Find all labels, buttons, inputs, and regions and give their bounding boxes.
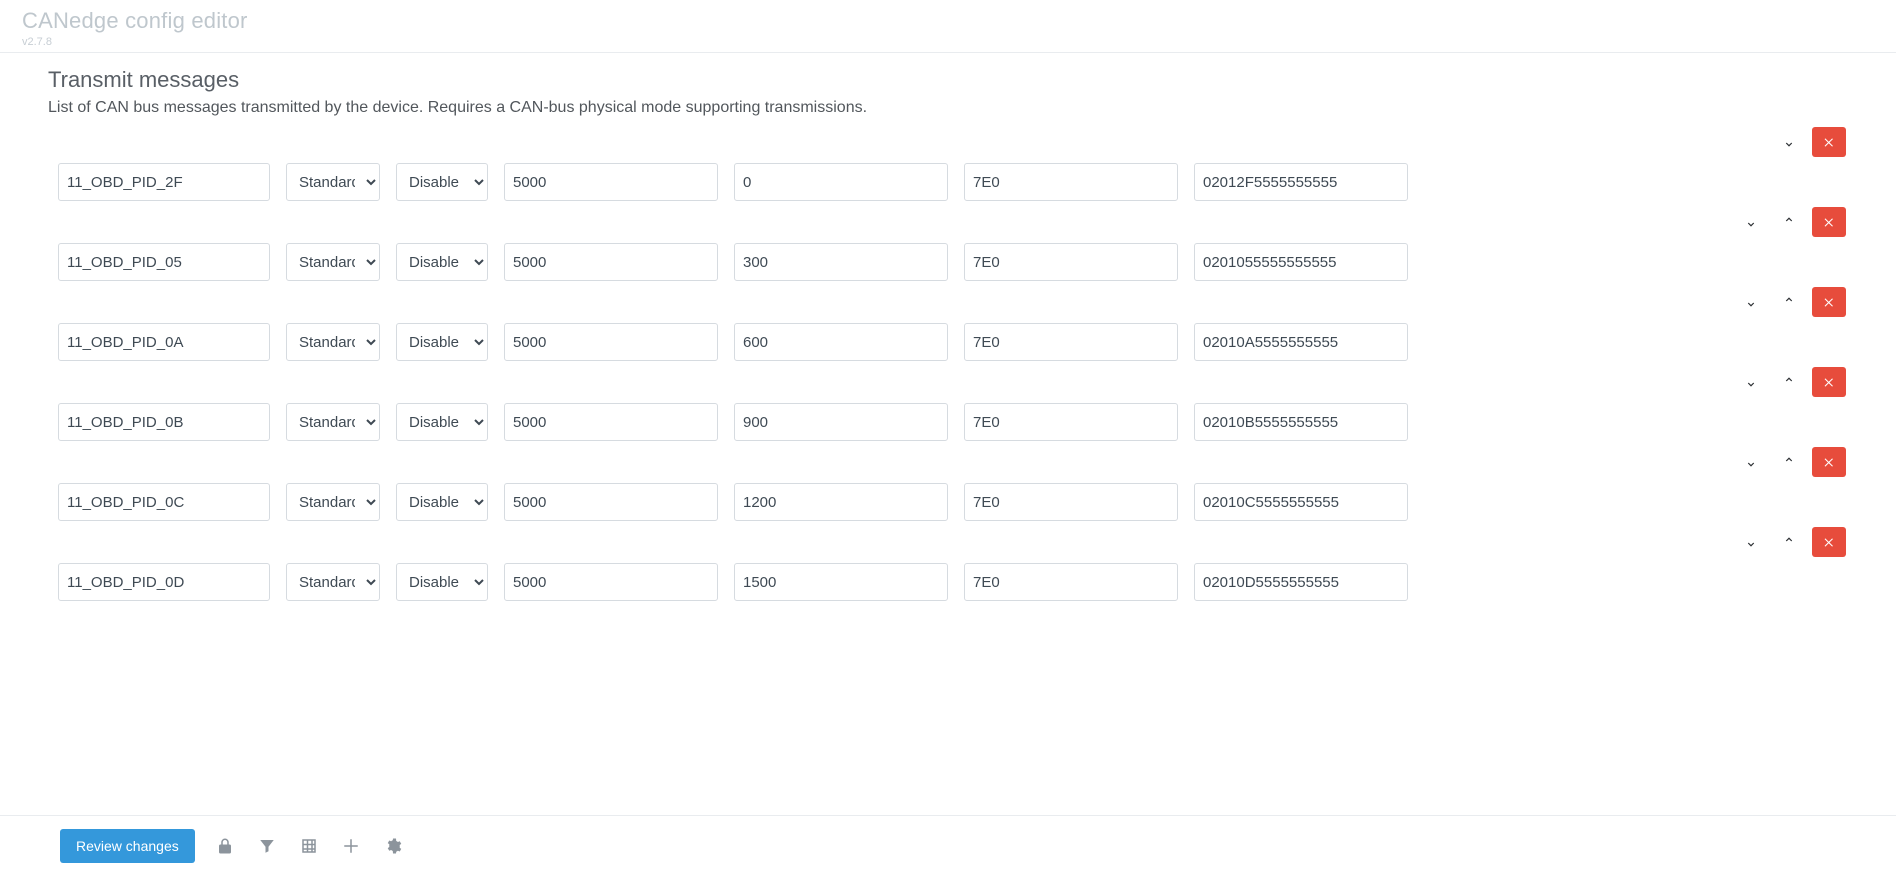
- id-format-select[interactable]: StandardExtended: [286, 163, 380, 201]
- page-body: Transmit messages List of CAN bus messag…: [0, 53, 1896, 814]
- state-select[interactable]: DisableEnable: [396, 403, 488, 441]
- transmit-row: StandardExtended DisableEnable: [48, 527, 1848, 601]
- data-bytes-input[interactable]: [1194, 563, 1408, 601]
- period-input[interactable]: [504, 483, 718, 521]
- app-title: CANedge config editor: [22, 8, 1874, 34]
- period-input[interactable]: [504, 563, 718, 601]
- state-select[interactable]: DisableEnable: [396, 563, 488, 601]
- gear-icon[interactable]: [381, 834, 405, 858]
- row-fields: StandardExtended DisableEnable: [48, 243, 1848, 281]
- state-select[interactable]: DisableEnable: [396, 243, 488, 281]
- period-input[interactable]: [504, 323, 718, 361]
- delay-input[interactable]: [734, 323, 948, 361]
- lock-icon[interactable]: [213, 834, 237, 858]
- footer-bar: Review changes: [0, 815, 1896, 875]
- app-version: v2.7.8: [22, 36, 1874, 48]
- move-up-button[interactable]: [1774, 287, 1804, 317]
- delete-row-button[interactable]: [1812, 127, 1846, 157]
- section-title: Transmit messages: [48, 67, 1848, 93]
- review-changes-button[interactable]: Review changes: [60, 829, 195, 863]
- data-bytes-input[interactable]: [1194, 403, 1408, 441]
- row-fields: StandardExtended DisableEnable: [48, 163, 1848, 201]
- state-select[interactable]: DisableEnable: [396, 323, 488, 361]
- data-bytes-input[interactable]: [1194, 243, 1408, 281]
- row-controls: [48, 127, 1848, 157]
- row-controls: [48, 287, 1848, 317]
- can-id-input[interactable]: [964, 563, 1178, 601]
- table-icon[interactable]: [297, 834, 321, 858]
- move-down-button[interactable]: [1736, 447, 1766, 477]
- state-select[interactable]: DisableEnable: [396, 483, 488, 521]
- move-up-button[interactable]: [1774, 207, 1804, 237]
- delete-row-button[interactable]: [1812, 287, 1846, 317]
- move-down-button[interactable]: [1736, 287, 1766, 317]
- id-format-select[interactable]: StandardExtended: [286, 243, 380, 281]
- plus-icon[interactable]: [339, 834, 363, 858]
- can-id-input[interactable]: [964, 243, 1178, 281]
- transmit-row: StandardExtended DisableEnable: [48, 127, 1848, 201]
- can-id-input[interactable]: [964, 323, 1178, 361]
- move-down-button[interactable]: [1736, 527, 1766, 557]
- data-bytes-input[interactable]: [1194, 483, 1408, 521]
- row-fields: StandardExtended DisableEnable: [48, 483, 1848, 521]
- data-bytes-input[interactable]: [1194, 163, 1408, 201]
- delay-input[interactable]: [734, 163, 948, 201]
- period-input[interactable]: [504, 403, 718, 441]
- delay-input[interactable]: [734, 243, 948, 281]
- period-input[interactable]: [504, 243, 718, 281]
- name-input[interactable]: [58, 483, 270, 521]
- transmit-rows: StandardExtendedDisableEnableStandardExt…: [48, 127, 1848, 601]
- row-controls: [48, 207, 1848, 237]
- name-input[interactable]: [58, 403, 270, 441]
- name-input[interactable]: [58, 163, 270, 201]
- move-up-button[interactable]: [1774, 367, 1804, 397]
- transmit-row: StandardExtended DisableEnable: [48, 447, 1848, 521]
- row-controls: [48, 367, 1848, 397]
- can-id-input[interactable]: [964, 483, 1178, 521]
- transmit-row: StandardExtended DisableEnable: [48, 287, 1848, 361]
- can-id-input[interactable]: [964, 403, 1178, 441]
- name-input[interactable]: [58, 323, 270, 361]
- delay-input[interactable]: [734, 483, 948, 521]
- state-select[interactable]: DisableEnable: [396, 163, 488, 201]
- move-up-button[interactable]: [1774, 527, 1804, 557]
- delete-row-button[interactable]: [1812, 447, 1846, 477]
- move-up-button[interactable]: [1774, 447, 1804, 477]
- row-fields: StandardExtended DisableEnable: [48, 563, 1848, 601]
- period-input[interactable]: [504, 163, 718, 201]
- can-id-input[interactable]: [964, 163, 1178, 201]
- move-down-button[interactable]: [1736, 367, 1766, 397]
- row-controls: [48, 527, 1848, 557]
- delete-row-button[interactable]: [1812, 527, 1846, 557]
- app-header: CANedge config editor v2.7.8: [0, 0, 1896, 53]
- id-format-select[interactable]: StandardExtended: [286, 323, 380, 361]
- transmit-row: StandardExtended DisableEnable: [48, 207, 1848, 281]
- row-controls: [48, 447, 1848, 477]
- name-input[interactable]: [58, 563, 270, 601]
- delete-row-button[interactable]: [1812, 367, 1846, 397]
- delay-input[interactable]: [734, 403, 948, 441]
- id-format-select[interactable]: StandardExtended: [286, 563, 380, 601]
- filter-icon[interactable]: [255, 834, 279, 858]
- transmit-row: StandardExtended DisableEnable: [48, 367, 1848, 441]
- row-fields: StandardExtended DisableEnable: [48, 323, 1848, 361]
- id-format-select[interactable]: StandardExtended: [286, 403, 380, 441]
- delay-input[interactable]: [734, 563, 948, 601]
- move-down-button[interactable]: [1736, 207, 1766, 237]
- move-down-button[interactable]: [1774, 127, 1804, 157]
- delete-row-button[interactable]: [1812, 207, 1846, 237]
- row-fields: StandardExtended DisableEnable: [48, 403, 1848, 441]
- name-input[interactable]: [58, 243, 270, 281]
- section-description: List of CAN bus messages transmitted by …: [48, 99, 1848, 117]
- id-format-select[interactable]: StandardExtended: [286, 483, 380, 521]
- data-bytes-input[interactable]: [1194, 323, 1408, 361]
